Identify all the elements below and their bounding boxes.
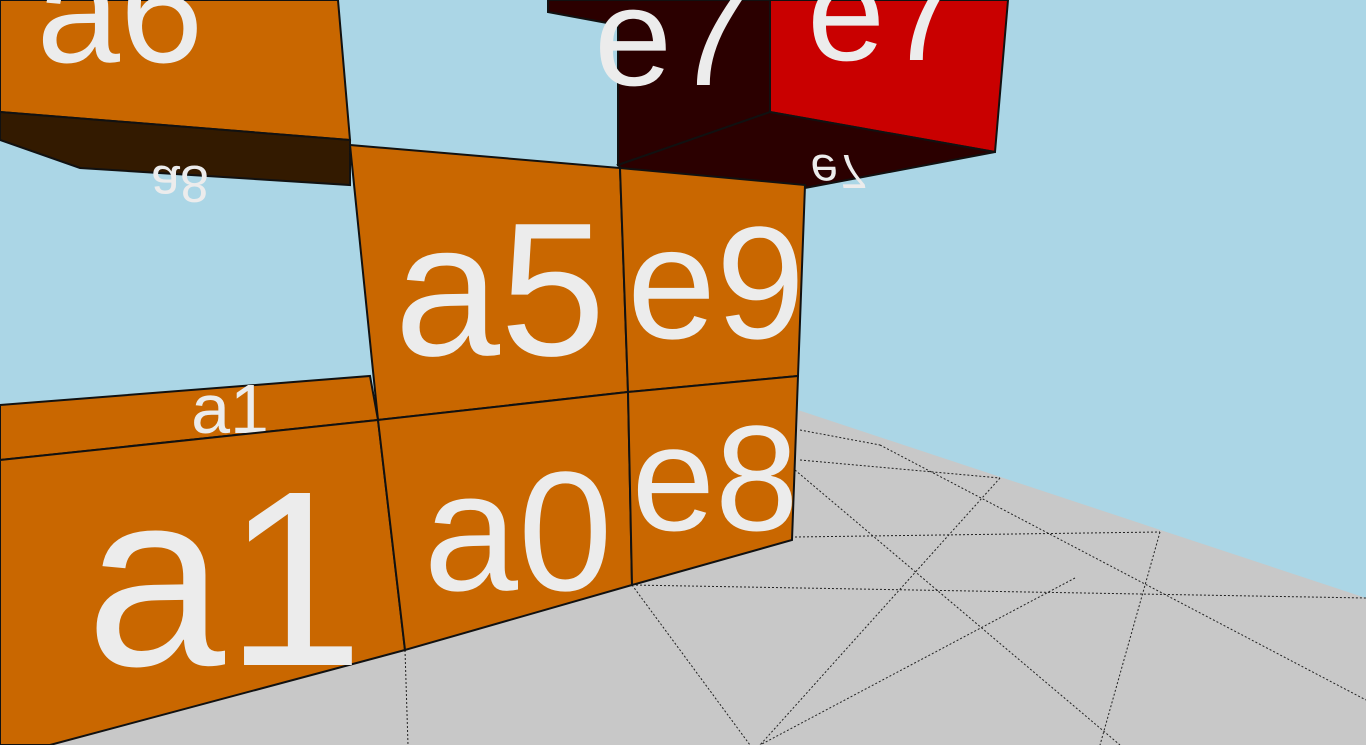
cube-e8-label: e8 [632,394,799,562]
cube-e7-bottom-label: e7 [807,144,870,198]
cube-a1-label: a1 [86,439,364,718]
cube-a0-label: a0 [423,437,612,627]
cube-e9-label: e9 [627,193,805,372]
game-3d-scene[interactable]: a6 a8 e7 e7 e7 a5 e9 a1 a1 a0 e8 [0,0,1366,745]
cube-a5-label: a5 [394,184,605,396]
cube-e7-red-label: e7 [807,0,963,90]
cube-e7-dark-label: e7 [594,0,750,115]
cube-a6-label: a6 [37,0,204,94]
cube-a8-label: a8 [151,154,209,212]
